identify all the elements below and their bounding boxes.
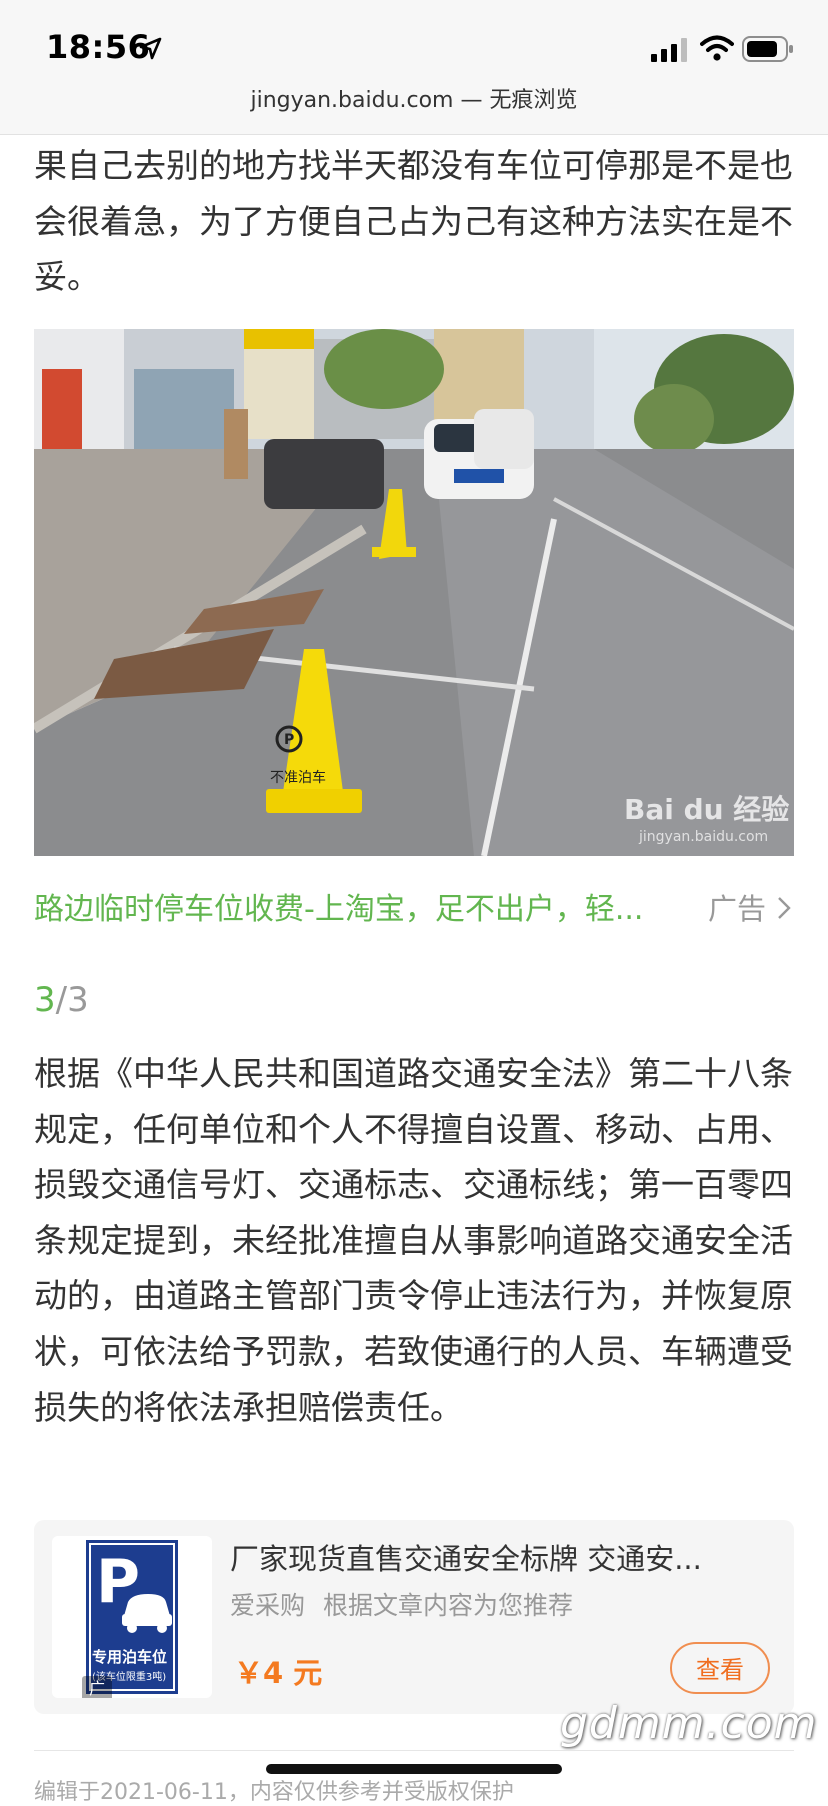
recommendation-note: 根据文章内容为您推荐 [323,1591,574,1620]
divider [34,1750,794,1751]
ad-link[interactable]: 路边临时停车位收费-上淘宝，足不出户，轻... 广告 [34,884,794,928]
article-paragraph-1: 果自己去别的地方找半天都没有车位可停那是不是也会很着急，为了方便自己占为己有这种… [34,146,793,297]
seller-name: 爱采购 [230,1591,306,1620]
home-indicator[interactable] [266,1764,562,1774]
sign-text: 专用泊车位 [92,1648,167,1666]
chevron-right-icon[interactable] [776,896,792,920]
article-paragraph-2: 根据《中华人民共和国道路交通安全法》第二十八条规定，任何单位和个人不得擅自设置、… [34,1054,793,1427]
step-total: /3 [55,980,89,1020]
step-counter: 3/3 [34,980,89,1020]
image-watermark: Bai du 经验 [624,793,789,826]
edit-info: 编辑于2021-06-11，内容仅供参考并受版权保护 [34,1780,514,1805]
product-card[interactable]: P 专用泊车位 (该车位限重3吨) 广告 厂家现货直售交通安全标牌 交通安...… [34,1520,794,1714]
cone-text: 不准泊车 [270,769,326,786]
product-title[interactable]: 厂家现货直售交通安全标牌 交通安... [230,1536,770,1578]
location-arrow-icon [139,37,162,60]
product-price: ￥4 元 [234,1656,323,1690]
image-watermark-url: jingyan.baidu.com [638,829,768,845]
view-button[interactable]: 查看 [670,1642,770,1694]
product-subtitle: 爱采购 根据文章内容为您推荐 [230,1586,573,1622]
address-bar[interactable]: jingyan.baidu.com — 无痕浏览 [0,84,828,135]
site-watermark: gdmm.com [560,1698,818,1749]
battery-icon [742,36,793,62]
url-domain: jingyan.baidu.com [250,88,454,113]
ad-badge: 广告 [82,1676,112,1698]
ad-tag: 广告 [707,892,766,926]
url-separator: — [453,88,490,113]
ad-link-text[interactable]: 路边临时停车位收费-上淘宝，足不出户，轻... [34,884,643,928]
step-current: 3 [34,980,56,1020]
svg-text:P: P [284,732,294,748]
cellular-signal-icon [651,38,687,62]
article-photo: P 不准泊车 Bai du 经验 jingyan.baidu.com [34,329,794,856]
private-mode-label: 无痕浏览 [489,88,578,113]
status-bar: 18:56 [0,0,828,92]
product-thumbnail[interactable]: P 专用泊车位 (该车位限重3吨) 广告 [52,1536,212,1698]
wifi-icon [700,35,734,61]
clock: 18:56 [46,28,151,66]
